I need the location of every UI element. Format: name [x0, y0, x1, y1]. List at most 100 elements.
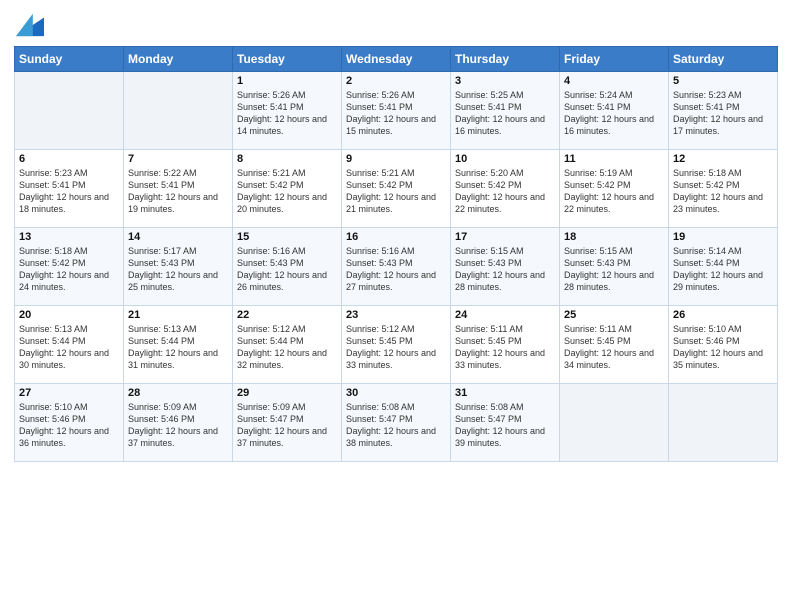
- calendar-cell: 11Sunrise: 5:19 AMSunset: 5:42 PMDayligh…: [560, 150, 669, 228]
- calendar-cell: 15 Sunrise: 5:16 AMSunset: 5:43 PMDayligh…: [233, 228, 342, 306]
- calendar-cell: 10 Sunrise: 5:20 AMSunset: 5:42 PMDayligh…: [451, 150, 560, 228]
- day-number: 22: [237, 309, 337, 321]
- calendar-cell: 19 Sunrise: 5:14 AMSunset: 5:44 PMDayligh…: [669, 228, 778, 306]
- weekday-header: Tuesday: [233, 47, 342, 72]
- day-info: Sunrise: 5:22 AMSunset: 5:41 PMDaylight:…: [128, 167, 228, 216]
- calendar-cell: 6 Sunrise: 5:23 AMSunset: 5:41 PMDaylight…: [15, 150, 124, 228]
- calendar-cell: 28Sunrise: 5:09 AMSunset: 5:46 PMDayligh…: [124, 384, 233, 462]
- day-info: Sunrise: 5:10 AMSunset: 5:46 PMDaylight:…: [673, 323, 773, 372]
- calendar-cell: 2 Sunrise: 5:26 AMSunset: 5:41 PMDaylight…: [342, 72, 451, 150]
- calendar-cell: 9 Sunrise: 5:21 AMSunset: 5:42 PMDaylight…: [342, 150, 451, 228]
- calendar-cell: 31 Sunrise: 5:08 AMSunset: 5:47 PMDayligh…: [451, 384, 560, 462]
- day-number: 29: [237, 387, 337, 399]
- day-info: Sunrise: 5:09 AMSunset: 5:46 PMDaylight:…: [128, 401, 228, 450]
- day-info: Sunrise: 5:15 AMSunset: 5:43 PMDaylight:…: [455, 245, 555, 294]
- day-number: 25: [564, 309, 664, 321]
- calendar-cell: 1 Sunrise: 5:26 AMSunset: 5:41 PMDaylight…: [233, 72, 342, 150]
- day-info: Sunrise: 5:23 AMSunset: 5:41 PMDaylight:…: [19, 167, 119, 216]
- day-number: 18: [564, 231, 664, 243]
- calendar-week-row: 13 Sunrise: 5:18 AMSunset: 5:42 PMDayligh…: [15, 228, 778, 306]
- day-number: 19: [673, 231, 773, 243]
- day-number: 13: [19, 231, 119, 243]
- day-info: Sunrise: 5:21 AMSunset: 5:42 PMDaylight:…: [237, 167, 337, 216]
- day-info: Sunrise: 5:14 AMSunset: 5:44 PMDaylight:…: [673, 245, 773, 294]
- day-number: 17: [455, 231, 555, 243]
- calendar-table: SundayMondayTuesdayWednesdayThursdayFrid…: [14, 46, 778, 462]
- day-number: 30: [346, 387, 446, 399]
- day-number: 31: [455, 387, 555, 399]
- day-info: Sunrise: 5:18 AMSunset: 5:42 PMDaylight:…: [19, 245, 119, 294]
- calendar-body: 1 Sunrise: 5:26 AMSunset: 5:41 PMDaylight…: [15, 72, 778, 462]
- day-number: 12: [673, 153, 773, 165]
- day-info: Sunrise: 5:26 AMSunset: 5:41 PMDaylight:…: [346, 89, 446, 138]
- day-info: Sunrise: 5:11 AMSunset: 5:45 PMDaylight:…: [455, 323, 555, 372]
- day-number: 7: [128, 153, 228, 165]
- day-number: 5: [673, 75, 773, 87]
- day-info: Sunrise: 5:09 AMSunset: 5:47 PMDaylight:…: [237, 401, 337, 450]
- weekday-header: Saturday: [669, 47, 778, 72]
- day-info: Sunrise: 5:26 AMSunset: 5:41 PMDaylight:…: [237, 89, 337, 138]
- calendar-cell: 5 Sunrise: 5:23 AMSunset: 5:41 PMDaylight…: [669, 72, 778, 150]
- day-info: Sunrise: 5:15 AMSunset: 5:43 PMDaylight:…: [564, 245, 664, 294]
- calendar-cell: 8 Sunrise: 5:21 AMSunset: 5:42 PMDaylight…: [233, 150, 342, 228]
- calendar-cell: 3 Sunrise: 5:25 AMSunset: 5:41 PMDaylight…: [451, 72, 560, 150]
- day-info: Sunrise: 5:19 AMSunset: 5:42 PMDaylight:…: [564, 167, 664, 216]
- calendar-cell: 12 Sunrise: 5:18 AMSunset: 5:42 PMDayligh…: [669, 150, 778, 228]
- day-number: 3: [455, 75, 555, 87]
- calendar-week-row: 1 Sunrise: 5:26 AMSunset: 5:41 PMDaylight…: [15, 72, 778, 150]
- day-info: Sunrise: 5:13 AMSunset: 5:44 PMDaylight:…: [128, 323, 228, 372]
- day-number: 23: [346, 309, 446, 321]
- calendar-cell: 24 Sunrise: 5:11 AMSunset: 5:45 PMDayligh…: [451, 306, 560, 384]
- calendar-week-row: 27 Sunrise: 5:10 AMSunset: 5:46 PMDayligh…: [15, 384, 778, 462]
- day-number: 21: [128, 309, 228, 321]
- weekday-header: Monday: [124, 47, 233, 72]
- day-info: Sunrise: 5:12 AMSunset: 5:45 PMDaylight:…: [346, 323, 446, 372]
- day-number: 8: [237, 153, 337, 165]
- day-number: 10: [455, 153, 555, 165]
- day-info: Sunrise: 5:20 AMSunset: 5:42 PMDaylight:…: [455, 167, 555, 216]
- calendar-cell: 13 Sunrise: 5:18 AMSunset: 5:42 PMDayligh…: [15, 228, 124, 306]
- day-info: Sunrise: 5:13 AMSunset: 5:44 PMDaylight:…: [19, 323, 119, 372]
- day-info: Sunrise: 5:18 AMSunset: 5:42 PMDaylight:…: [673, 167, 773, 216]
- day-info: Sunrise: 5:11 AMSunset: 5:45 PMDaylight:…: [564, 323, 664, 372]
- day-number: 16: [346, 231, 446, 243]
- weekday-header: Sunday: [15, 47, 124, 72]
- day-info: Sunrise: 5:08 AMSunset: 5:47 PMDaylight:…: [346, 401, 446, 450]
- weekday-header: Wednesday: [342, 47, 451, 72]
- day-info: Sunrise: 5:16 AMSunset: 5:43 PMDaylight:…: [237, 245, 337, 294]
- day-info: Sunrise: 5:08 AMSunset: 5:47 PMDaylight:…: [455, 401, 555, 450]
- calendar-cell: 25 Sunrise: 5:11 AMSunset: 5:45 PMDayligh…: [560, 306, 669, 384]
- calendar-cell: 17 Sunrise: 5:15 AMSunset: 5:43 PMDayligh…: [451, 228, 560, 306]
- calendar-cell: 26Sunrise: 5:10 AMSunset: 5:46 PMDayligh…: [669, 306, 778, 384]
- day-number: 20: [19, 309, 119, 321]
- day-number: 27: [19, 387, 119, 399]
- calendar-cell: 20 Sunrise: 5:13 AMSunset: 5:44 PMDayligh…: [15, 306, 124, 384]
- calendar-cell: 21 Sunrise: 5:13 AMSunset: 5:44 PMDayligh…: [124, 306, 233, 384]
- calendar-cell: [15, 72, 124, 150]
- day-number: 9: [346, 153, 446, 165]
- calendar-cell: [124, 72, 233, 150]
- logo-icon: [16, 10, 44, 38]
- calendar-cell: [669, 384, 778, 462]
- calendar-header: SundayMondayTuesdayWednesdayThursdayFrid…: [15, 47, 778, 72]
- calendar-cell: 30 Sunrise: 5:08 AMSunset: 5:47 PMDayligh…: [342, 384, 451, 462]
- day-number: 6: [19, 153, 119, 165]
- day-info: Sunrise: 5:21 AMSunset: 5:42 PMDaylight:…: [346, 167, 446, 216]
- calendar-week-row: 6 Sunrise: 5:23 AMSunset: 5:41 PMDaylight…: [15, 150, 778, 228]
- day-info: Sunrise: 5:23 AMSunset: 5:41 PMDaylight:…: [673, 89, 773, 138]
- day-info: Sunrise: 5:10 AMSunset: 5:46 PMDaylight:…: [19, 401, 119, 450]
- day-number: 1: [237, 75, 337, 87]
- day-number: 4: [564, 75, 664, 87]
- calendar-week-row: 20 Sunrise: 5:13 AMSunset: 5:44 PMDayligh…: [15, 306, 778, 384]
- calendar-cell: 18 Sunrise: 5:15 AMSunset: 5:43 PMDayligh…: [560, 228, 669, 306]
- calendar-cell: 16Sunrise: 5:16 AMSunset: 5:43 PMDayligh…: [342, 228, 451, 306]
- logo: [14, 10, 44, 38]
- calendar-cell: 22Sunrise: 5:12 AMSunset: 5:44 PMDayligh…: [233, 306, 342, 384]
- day-number: 24: [455, 309, 555, 321]
- weekday-header: Thursday: [451, 47, 560, 72]
- day-number: 14: [128, 231, 228, 243]
- calendar-cell: 7 Sunrise: 5:22 AMSunset: 5:41 PMDaylight…: [124, 150, 233, 228]
- day-number: 15: [237, 231, 337, 243]
- day-number: 2: [346, 75, 446, 87]
- day-info: Sunrise: 5:25 AMSunset: 5:41 PMDaylight:…: [455, 89, 555, 138]
